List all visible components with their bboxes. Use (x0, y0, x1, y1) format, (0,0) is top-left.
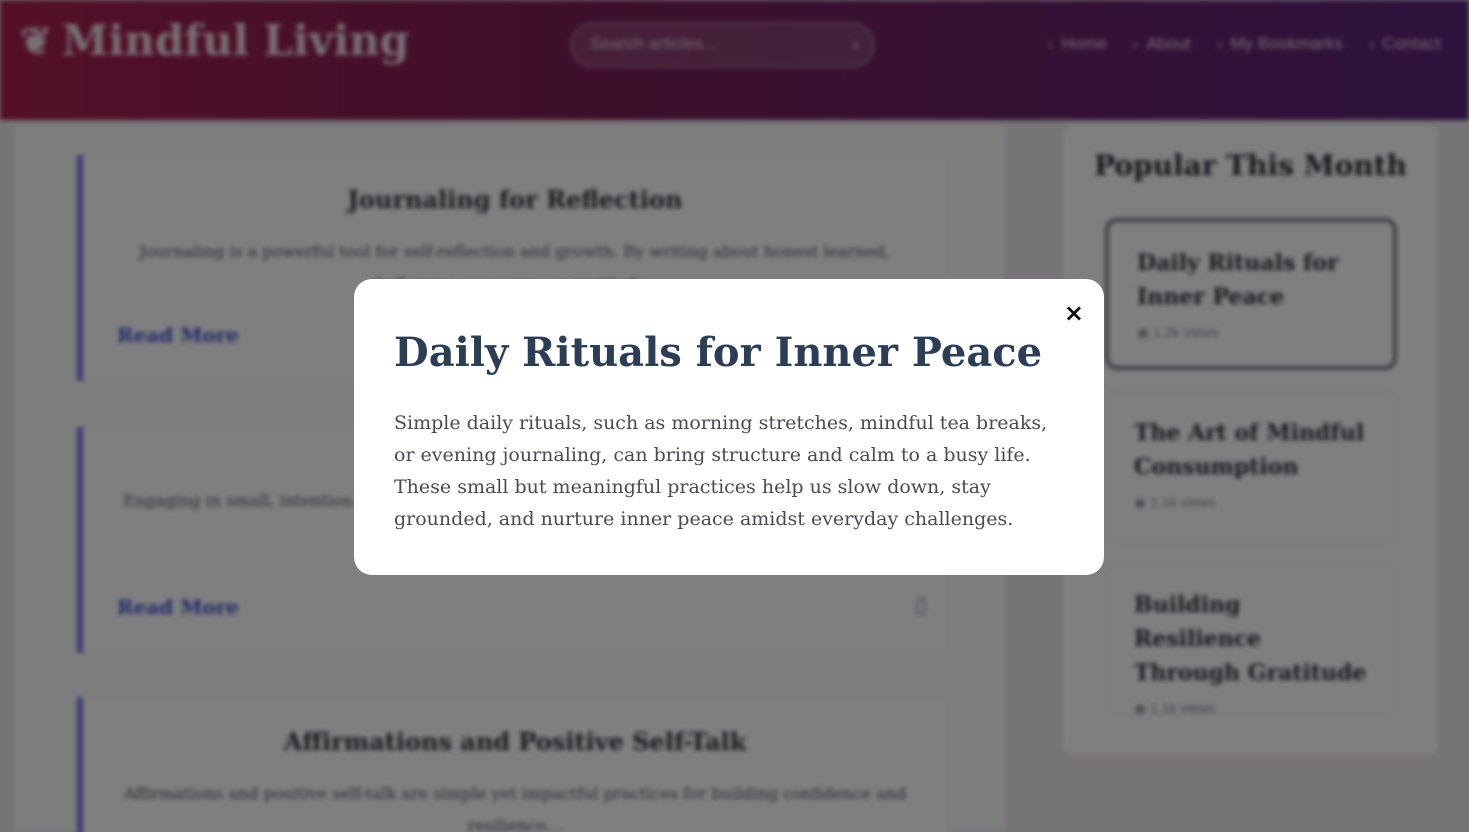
close-icon[interactable]: × (1064, 301, 1084, 325)
article-modal: × Daily Rituals for Inner Peace Simple d… (354, 279, 1104, 575)
modal-body: Simple daily rituals, such as morning st… (394, 412, 1048, 530)
modal-title: Daily Rituals for Inner Peace (394, 329, 1043, 376)
